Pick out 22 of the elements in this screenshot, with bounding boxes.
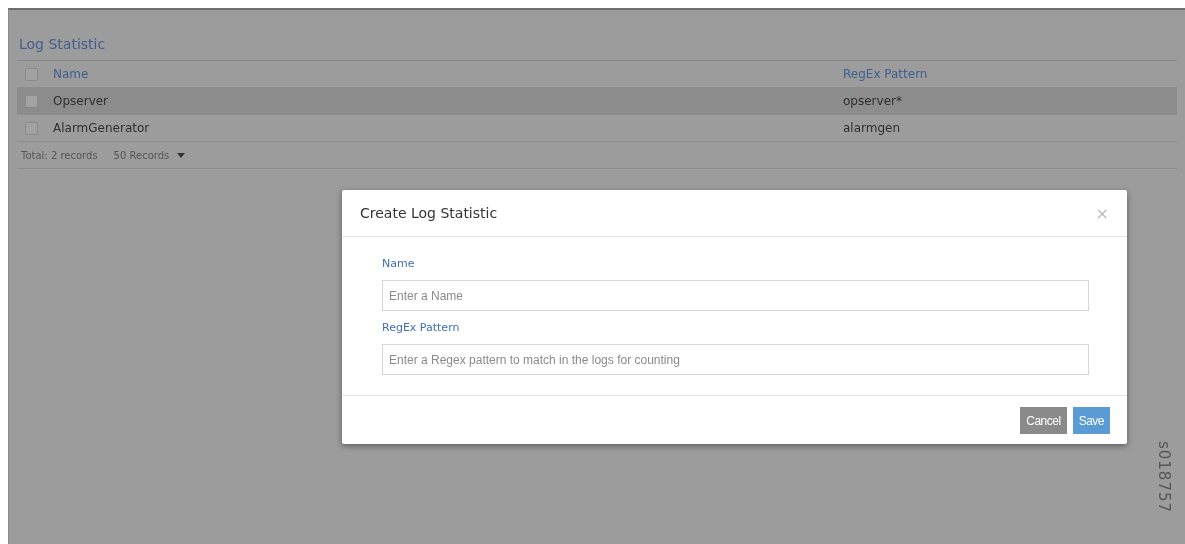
dialog-title: Create Log Statistic <box>360 205 498 221</box>
row-checkbox[interactable] <box>25 121 38 135</box>
column-header[interactable]: RegEx Pattern <box>843 67 1177 81</box>
field-label: Name <box>382 257 416 270</box>
total-records: Total: 2 records <box>21 149 98 161</box>
input-field[interactable]: Enter a Name <box>382 280 1089 311</box>
table-row[interactable]: Opserver opserver* <box>17 88 1177 115</box>
caret-icon[interactable] <box>177 152 186 158</box>
row-checkbox[interactable] <box>25 94 38 108</box>
page-size-dropdown[interactable]: 50 Records <box>113 149 170 161</box>
save-button[interactable]: Save <box>1072 407 1110 434</box>
figure-id: s018757 <box>1155 440 1174 514</box>
table-cell-text: alarmgen <box>843 121 902 135</box>
table-cell-text: Opserver <box>53 94 110 108</box>
column-header[interactable]: Name <box>53 67 843 81</box>
close-button[interactable]: × <box>1095 203 1109 223</box>
select-all-checkbox[interactable] <box>25 67 38 81</box>
field-label: RegEx Pattern <box>382 321 461 334</box>
table-cell-text: opserver* <box>843 94 903 108</box>
table-cell-text: AlarmGenerator <box>53 121 151 135</box>
cancel-button[interactable]: Cancel <box>1020 407 1067 434</box>
input-field[interactable]: Enter a Regex pattern to match in the logs for counting <box>382 344 1089 375</box>
